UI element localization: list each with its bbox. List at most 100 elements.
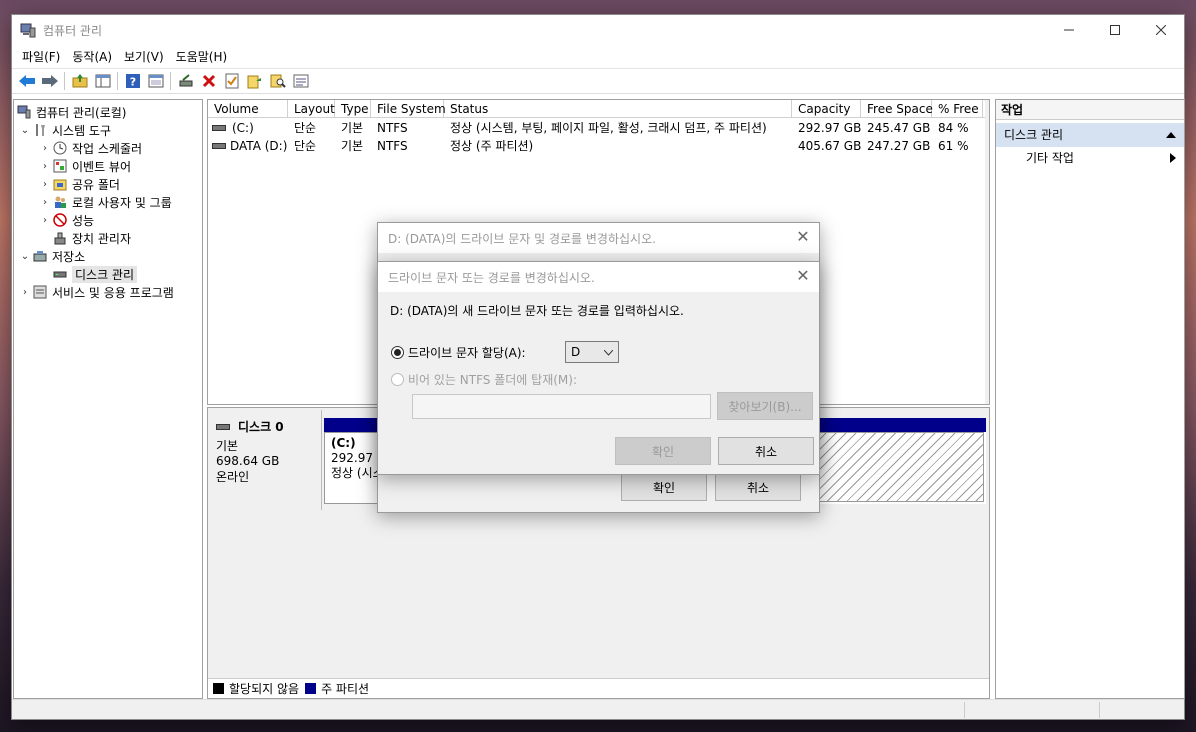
column-header-type[interactable]: Type — [335, 100, 371, 118]
tree-item-task-scheduler[interactable]: › 작업 스케줄러 — [38, 139, 142, 157]
tree-item-local-users[interactable]: › 로컬 사용자 및 그룹 — [38, 193, 172, 211]
actions-more[interactable]: 기타 작업 — [996, 147, 1184, 169]
list-view-button[interactable] — [289, 70, 312, 92]
caret-right-icon — [1170, 153, 1176, 163]
outer-ok-button[interactable]: 확인 — [621, 474, 707, 501]
table-row[interactable]: DATA (D:) 단순 기본 NTFS 정상 (주 파티션) 405.67 G… — [208, 137, 989, 155]
chevron-right-icon[interactable]: › — [38, 179, 52, 190]
mount-folder-radio[interactable] — [391, 373, 404, 386]
storage-icon — [32, 248, 48, 264]
cell-status: 정상 (시스템, 부팅, 페이지 파일, 활성, 크래시 덤프, 주 파티션) — [450, 121, 767, 135]
window-view-icon — [148, 74, 163, 88]
tree-item-device-manager[interactable]: 장치 관리자 — [52, 229, 131, 247]
column-header-status[interactable]: Status — [444, 100, 792, 118]
drive-letter-select[interactable]: D — [565, 341, 619, 363]
back-button[interactable] — [15, 70, 38, 92]
computer-management-icon — [20, 23, 36, 38]
inner-ok-button[interactable]: 확인 — [615, 437, 711, 465]
check-disk-button[interactable] — [220, 70, 243, 92]
back-arrow-icon — [18, 75, 35, 87]
table-row[interactable]: (C:) 단순 기본 NTFS 정상 (시스템, 부팅, 페이지 파일, 활성,… — [208, 119, 989, 137]
cell-free-space: 245.47 GB — [867, 121, 931, 135]
chevron-right-icon[interactable]: › — [38, 197, 52, 208]
computer-management-icon — [16, 104, 32, 120]
forward-button[interactable] — [38, 70, 61, 92]
inner-dialog-close-button[interactable]: ✕ — [795, 268, 811, 285]
chevron-right-icon[interactable]: › — [18, 287, 32, 298]
show-hide-tree-button[interactable] — [91, 70, 114, 92]
inner-cancel-button[interactable]: 취소 — [718, 437, 814, 465]
inner-dialog-title: 드라이브 문자 또는 경로를 변경하십시오. — [388, 270, 595, 285]
properties-view-button[interactable] — [144, 70, 167, 92]
menu-view[interactable]: 보기(V) — [118, 48, 170, 65]
unallocated-swatch — [213, 683, 224, 694]
browse-button[interactable]: 찾아보기(B)... — [717, 392, 813, 420]
checklist-icon — [225, 73, 238, 89]
connect-drive-button[interactable] — [174, 70, 197, 92]
menu-file[interactable]: 파일(F) — [16, 48, 66, 65]
column-header-file-system[interactable]: File System — [371, 100, 446, 118]
delete-button[interactable] — [197, 70, 220, 92]
cell-status: 정상 (주 파티션) — [450, 139, 534, 153]
chevron-right-icon[interactable]: › — [38, 161, 52, 172]
tree-item-system-tools[interactable]: ⌄ 시스템 도구 — [18, 121, 111, 139]
cell-percent-free: 84 % — [938, 121, 969, 135]
partition-d[interactable] — [816, 432, 984, 502]
tree-item-services[interactable]: › 서비스 및 응용 프로그램 — [18, 283, 174, 301]
help-button[interactable]: ? — [121, 70, 144, 92]
legend-primary: 주 파티션 — [321, 682, 370, 696]
folder-arrow-icon — [247, 75, 261, 89]
mount-folder-label: 비어 있는 NTFS 폴더에 탑재(M): — [408, 373, 577, 387]
menu-action[interactable]: 동작(A) — [66, 48, 118, 65]
tree-item-root[interactable]: 컴퓨터 관리(로컬) — [16, 103, 126, 121]
actions-section-disk-management[interactable]: 디스크 관리 — [996, 123, 1184, 147]
cell-free-space: 247.27 GB — [867, 139, 931, 153]
minimize-button[interactable] — [1046, 15, 1092, 45]
up-folder-button[interactable] — [68, 70, 91, 92]
cell-volume: (C:) — [232, 121, 254, 135]
maximize-button[interactable] — [1092, 15, 1138, 45]
close-button[interactable] — [1138, 15, 1184, 45]
outer-cancel-button[interactable]: 취소 — [715, 474, 801, 501]
tree-item-performance[interactable]: › 성능 — [38, 211, 94, 229]
chevron-down-icon[interactable]: ⌄ — [18, 251, 32, 262]
search-button[interactable] — [266, 70, 289, 92]
change-letter-or-path-dialog: 드라이브 문자 또는 경로를 변경하십시오. ✕ D: (DATA)의 새 드라… — [377, 261, 820, 475]
column-header-capacity[interactable]: Capacity — [792, 100, 861, 118]
title-bar[interactable]: 컴퓨터 관리 — [12, 15, 1184, 45]
cell-type: 기본 — [341, 121, 364, 135]
inner-dialog-title-bar[interactable]: 드라이브 문자 또는 경로를 변경하십시오. — [378, 262, 819, 292]
chevron-right-icon[interactable]: › — [38, 143, 52, 154]
volume-list-header: Volume Layout Type File System Status Ca… — [208, 100, 989, 118]
cell-capacity: 292.97 GB — [798, 121, 861, 135]
menu-help[interactable]: 도움말(H) — [170, 48, 234, 65]
vertical-scrollbar[interactable] — [985, 100, 989, 404]
cell-file-system: NTFS — [377, 121, 408, 135]
event-viewer-icon — [52, 158, 68, 174]
tree-item-shared-folders[interactable]: › 공유 폴더 — [38, 175, 120, 193]
status-divider — [964, 702, 965, 718]
folder-arrow-button[interactable] — [243, 70, 266, 92]
disk-0-label[interactable]: 디스크 0 기본 698.64 GB 온라인 — [208, 410, 322, 510]
tree-item-storage[interactable]: ⌄ 저장소 — [18, 247, 85, 265]
clock-icon — [52, 140, 68, 156]
chevron-right-icon[interactable]: › — [38, 215, 52, 226]
disk-size: 698.64 GB — [216, 454, 280, 468]
console-tree: 컴퓨터 관리(로컬) ⌄ 시스템 도구 › 작업 스케줄러 › 이벤트 뷰어 ›… — [13, 99, 203, 699]
tree-label: 저장소 — [52, 249, 86, 264]
column-header-layout[interactable]: Layout — [288, 100, 335, 118]
mount-path-input[interactable] — [412, 394, 711, 419]
assign-letter-radio[interactable] — [391, 346, 404, 359]
tree-item-event-viewer[interactable]: › 이벤트 뷰어 — [38, 157, 131, 175]
column-header-volume[interactable]: Volume — [208, 100, 288, 118]
tree-item-disk-management[interactable]: 디스크 관리 — [52, 265, 138, 283]
disk-legend: 할당되지 않음 주 파티션 — [208, 678, 989, 698]
chevron-down-icon[interactable]: ⌄ — [18, 125, 32, 136]
dialog-close-button[interactable]: ✕ — [795, 229, 811, 246]
dialog-title-bar[interactable]: D: (DATA)의 드라이브 문자 및 경로를 변경하십시오. — [378, 223, 819, 253]
list-view-icon — [293, 74, 308, 88]
volume-drive-icon — [212, 125, 226, 131]
column-header-percent-free[interactable]: % Free — [932, 100, 983, 118]
column-header-free-space[interactable]: Free Space — [861, 100, 933, 118]
forward-arrow-icon — [41, 75, 58, 87]
